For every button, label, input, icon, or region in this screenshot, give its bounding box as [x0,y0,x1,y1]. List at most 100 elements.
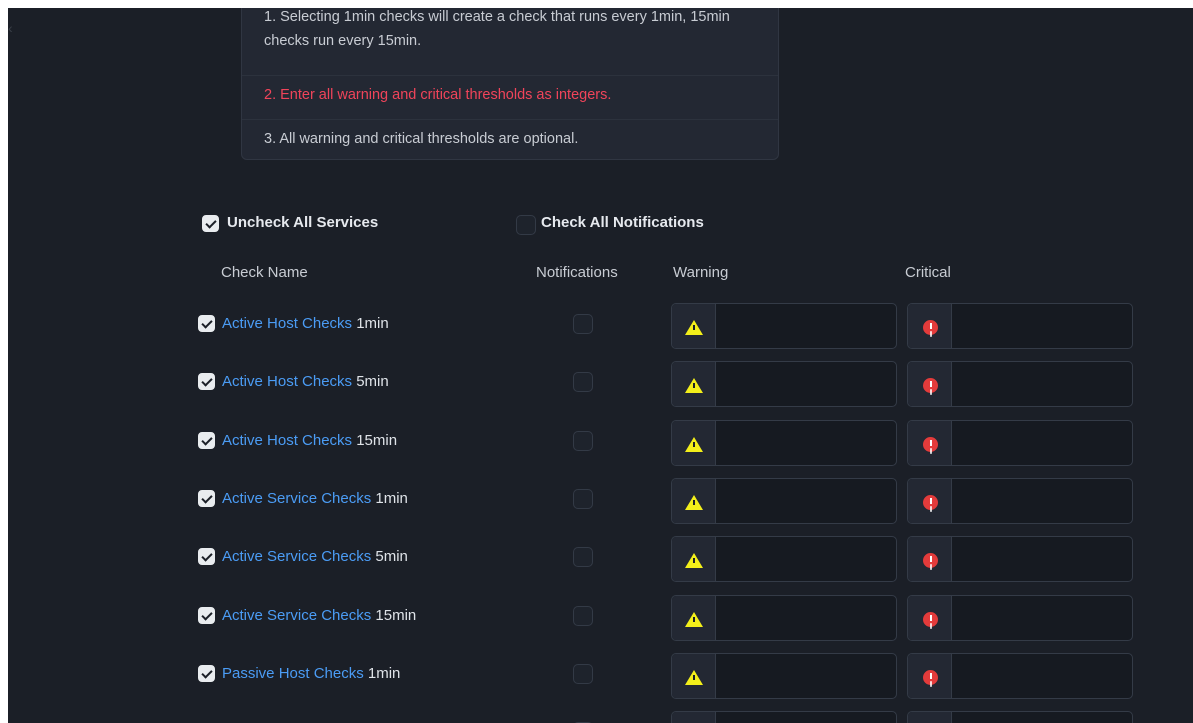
warning-threshold-group [671,594,897,641]
critical-threshold-input[interactable] [952,304,1132,348]
warning-threshold-input[interactable] [716,304,896,348]
critical-threshold-input[interactable] [952,537,1132,582]
critical-addon [908,362,952,407]
service-checkbox[interactable] [198,664,215,682]
instructions-box: 1. Selecting 1min checks will create a c… [241,8,779,160]
check-name: Active Host Checks 15min [222,432,397,449]
warning-triangle-icon [685,611,703,627]
warning-threshold-input[interactable] [716,420,896,465]
critical-threshold-group [907,419,1133,466]
notification-checkbox[interactable] [573,547,593,568]
warning-triangle-icon [685,378,703,394]
check-row: Active Service Checks 15min [8,594,1193,641]
warning-threshold-group [671,477,897,524]
critical-addon [908,595,952,640]
notification-checkbox[interactable] [573,605,593,626]
check-row: Active Host Checks 5min [8,361,1193,408]
service-checkbox[interactable] [198,606,215,624]
check-name-link[interactable]: Active Service Checks [222,548,371,565]
critical-threshold-input[interactable] [952,478,1132,523]
service-checkbox[interactable] [198,431,215,449]
critical-threshold-input[interactable] [952,420,1132,465]
warning-threshold-input[interactable] [716,595,896,640]
check-name: Passive Host Checks 1min [222,665,400,682]
check-interval: 1min [367,664,401,682]
critical-exclamation-icon [923,553,938,569]
critical-threshold-input[interactable] [952,653,1132,698]
warning-triangle-icon [685,436,703,452]
critical-threshold-group [907,711,1133,723]
check-all-notifications-checkbox[interactable] [516,215,536,235]
back-chevron-icon[interactable]: ‹ [8,20,18,36]
critical-threshold-input[interactable] [952,362,1132,407]
critical-threshold-group [907,652,1133,699]
warning-triangle-icon [685,669,703,685]
uncheck-all-services-label[interactable]: Uncheck All Services [227,214,378,231]
warning-threshold-input[interactable] [716,712,896,723]
critical-threshold-group [907,477,1133,524]
critical-exclamation-icon [923,669,938,685]
warning-addon [672,478,716,523]
check-row: Active Host Checks 15min [8,419,1193,466]
critical-threshold-group [907,361,1133,408]
check-name-link[interactable]: Passive Host Checks [222,665,364,682]
critical-exclamation-icon [923,320,938,335]
critical-addon [908,712,952,723]
warning-threshold-input[interactable] [716,653,896,698]
instruction-optional: 3. All warning and critical thresholds a… [264,131,579,147]
column-header-warning: Warning [673,264,729,281]
uncheck-all-services-checkbox[interactable] [202,215,219,232]
notification-checkbox[interactable] [573,663,593,684]
service-checkbox[interactable] [198,489,215,507]
warning-addon [672,653,716,698]
check-name-link[interactable]: Active Host Checks [222,432,352,449]
check-name-link[interactable]: Active Service Checks [222,490,371,507]
critical-addon [908,478,952,523]
check-name-link[interactable]: Active Host Checks [222,373,352,390]
critical-addon [908,653,952,698]
check-row: Active Service Checks 5min [8,536,1193,583]
critical-threshold-group [907,303,1133,349]
column-header-notifications: Notifications [536,264,618,281]
critical-addon [908,304,952,348]
check-row: Passive Host Checks 5min [8,711,1193,723]
warning-threshold-input[interactable] [716,537,896,582]
warning-triangle-icon [685,320,703,335]
critical-threshold-input[interactable] [952,595,1132,640]
notification-checkbox[interactable] [573,430,593,451]
check-interval: 1min [356,315,389,332]
check-name: Active Service Checks 15min [222,607,416,624]
check-all-notifications-label[interactable]: Check All Notifications [541,214,704,231]
warning-threshold-input[interactable] [716,478,896,523]
service-checkbox[interactable] [198,548,215,566]
notification-checkbox[interactable] [573,314,593,334]
critical-addon [908,420,952,465]
check-interval: 5min [375,548,408,566]
notification-checkbox[interactable] [573,372,593,393]
check-name: Active Host Checks 1min [222,315,389,332]
warning-addon [672,595,716,640]
warning-triangle-icon [685,494,703,510]
critical-threshold-group [907,594,1133,641]
warning-addon [672,537,716,582]
check-row: Active Service Checks 1min [8,477,1193,524]
service-checkbox[interactable] [198,315,215,332]
notification-checkbox[interactable] [573,488,593,509]
check-name-link[interactable]: Active Service Checks [222,607,371,624]
critical-exclamation-icon [923,436,938,452]
warning-addon [672,362,716,407]
check-interval: 15min [356,431,398,449]
service-checkbox[interactable] [198,373,215,391]
warning-threshold-group [671,361,897,408]
check-name: Active Host Checks 5min [222,373,389,390]
critical-exclamation-icon [923,611,938,627]
warning-addon [672,712,716,723]
warning-triangle-icon [685,553,703,569]
warning-threshold-input[interactable] [716,362,896,407]
check-row: Active Host Checks 1min [8,303,1193,349]
critical-threshold-group [907,536,1133,583]
critical-threshold-input[interactable] [952,712,1132,723]
check-name-link[interactable]: Active Host Checks [222,315,352,332]
warning-threshold-group [671,419,897,466]
warning-addon [672,304,716,348]
